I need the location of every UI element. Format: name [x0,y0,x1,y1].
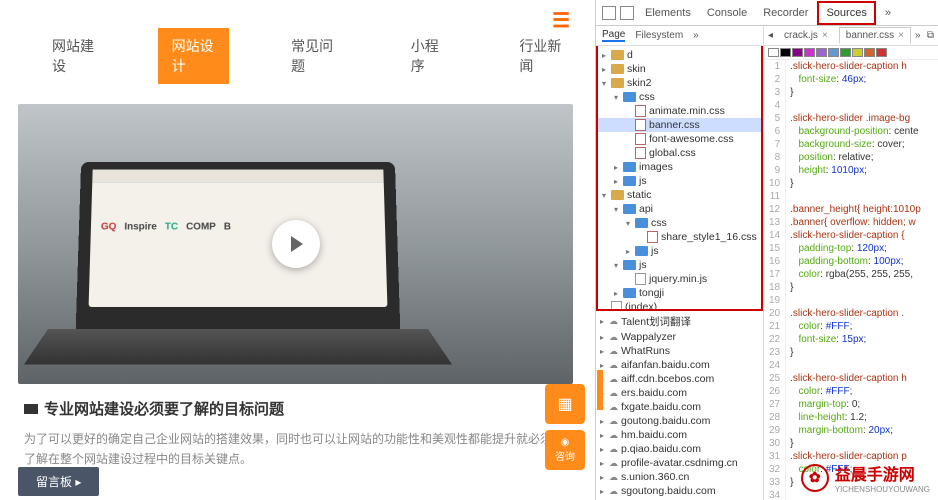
tree-node[interactable]: ▾js [598,258,761,272]
tree-node[interactable]: ▸js [598,174,761,188]
play-icon[interactable] [272,220,320,268]
origin-node[interactable]: ▸☁p.qiao.baidu.com [596,442,763,456]
tree-node[interactable]: ▸tongji [598,286,761,300]
origin-node[interactable]: ▸☁WhatRuns [596,344,763,358]
tree-node[interactable]: ▾static [598,188,761,202]
devtools-tab[interactable]: Recorder [756,3,815,23]
tree-node[interactable]: ▾css [598,216,761,230]
color-swatch[interactable] [780,48,791,57]
nav-item[interactable]: 行业新闻 [505,28,577,84]
origins-list[interactable]: ▸☁Talent划词翻译▸☁Wappalyzer▸☁WhatRuns▸☁aifa… [596,311,763,500]
origin-node[interactable]: ▸☁aifanfan.baidu.com [596,358,763,372]
tree-node[interactable]: global.css [598,146,761,160]
tree-node[interactable]: ▸images [598,160,761,174]
file-tree[interactable]: ▸d▸skin▾skin2▾cssanimate.min.cssbanner.c… [596,46,763,311]
color-swatch[interactable] [840,48,851,57]
color-swatch[interactable] [876,48,887,57]
device-icon[interactable] [620,6,634,20]
watermark: ✿ 益晨手游网YICHENSHOUYOUWANG [801,461,930,494]
tree-subtab[interactable]: Page [602,29,625,42]
color-swatch[interactable] [768,48,779,57]
devtools-tab[interactable]: Elements [638,3,698,23]
color-swatch[interactable] [864,48,875,57]
tree-node[interactable]: font-awesome.css [598,132,761,146]
origin-node[interactable]: ▸☁sgoutong.baidu.com [596,484,763,498]
devtools-panel: ElementsConsoleRecorderSources» PageFile… [595,0,938,500]
tree-node[interactable]: ▸js [598,244,761,258]
tree-node[interactable]: ▾api [598,202,761,216]
wechat-icon[interactable]: ▦ [545,384,585,424]
tree-node[interactable]: animate.min.css [598,104,761,118]
tree-node[interactable]: ▾css [598,90,761,104]
accent-bar [597,370,603,410]
origin-node[interactable]: ▸☁profile-avatar.csdnimg.cn [596,456,763,470]
color-swatch[interactable] [792,48,803,57]
origin-node[interactable]: ▸☁s.union.360.cn [596,470,763,484]
message-board-button[interactable]: 留言板 ▸ [18,467,99,496]
origin-node[interactable]: ▸☁goutong.baidu.com [596,414,763,428]
tree-node[interactable]: ▾skin2 [598,76,761,90]
color-swatch[interactable] [852,48,863,57]
main-nav: 网站建设网站设计常见问题小程序行业新闻 [18,28,577,84]
article-title: 专业网站建设必须要了解的目标问题 [24,398,571,419]
tree-node[interactable]: banner.css [598,118,761,132]
hero-video[interactable]: GQInspireTCCOMPB [18,104,573,384]
hamburger-icon[interactable]: ☰ [552,8,570,33]
color-swatch[interactable] [816,48,827,57]
tree-node[interactable]: jquery.min.js [598,272,761,286]
tree-node[interactable]: ▸skin [598,62,761,76]
nav-item[interactable]: 网站设计 [158,28,230,84]
nav-item[interactable]: 小程序 [397,28,458,84]
nav-item[interactable]: 常见问题 [277,28,349,84]
close-icon[interactable]: × [822,30,828,41]
nav-item[interactable]: 网站建设 [38,28,110,84]
color-swatch[interactable] [804,48,815,57]
code-editor[interactable]: 1234567891011121314151617181920212223242… [764,60,938,500]
origin-node[interactable]: ▸☁Wappalyzer [596,330,763,344]
tree-node[interactable]: share_style1_16.css [598,230,761,244]
origin-node[interactable]: ▸☁aiff.cdn.bcebos.com [596,372,763,386]
devtools-tab[interactable]: Sources [817,1,875,25]
close-icon[interactable]: × [898,30,904,41]
color-swatch[interactable] [828,48,839,57]
consult-button[interactable]: ◉咨询 [545,430,585,470]
devtools-tab[interactable]: Console [700,3,754,23]
tree-subtab[interactable]: Filesystem [635,30,683,41]
origin-node[interactable]: ▸☁ers.baidu.com [596,386,763,400]
origin-node[interactable]: ▸☁Talent划词翻译 [596,313,763,330]
origin-node[interactable]: ▸☁fxgate.baidu.com [596,400,763,414]
tree-node[interactable]: (index) [598,300,761,311]
origin-node[interactable]: ▸☁hm.baidu.com [596,428,763,442]
code-tab[interactable]: crack.js× [777,27,835,44]
article-body: 为了可以更好的确定自己企业网站的搭建效果，同时也可以让网站的功能性和美观性都能提… [24,429,571,470]
inspect-icon[interactable] [602,6,616,20]
code-tab[interactable]: banner.css× [839,27,911,44]
nav-back-icon[interactable]: ◂ [768,30,773,41]
tree-node[interactable]: ▸d [598,48,761,62]
